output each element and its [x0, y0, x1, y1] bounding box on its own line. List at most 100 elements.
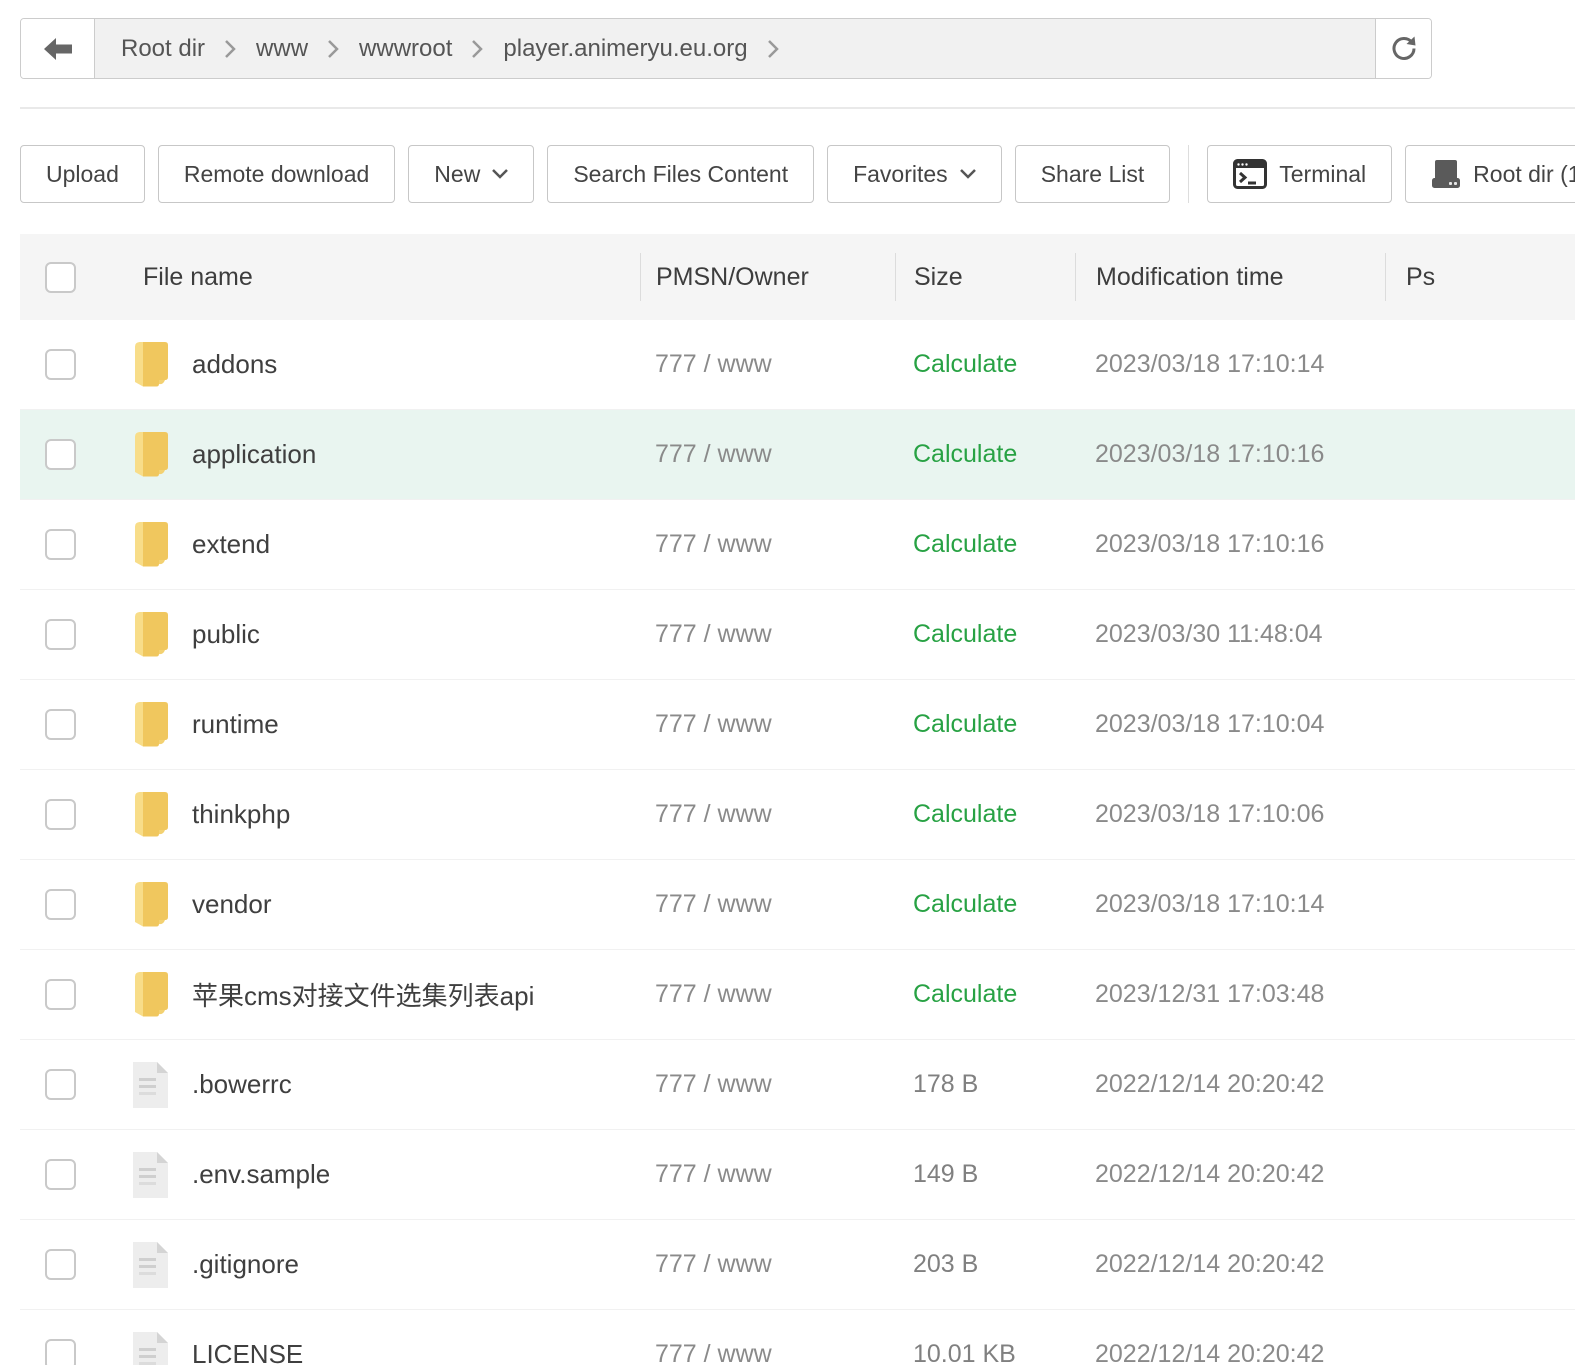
- calculate-link[interactable]: Calculate: [913, 350, 1017, 379]
- file-owner: 777 / www: [655, 350, 772, 379]
- row-checkbox[interactable]: [45, 1249, 76, 1280]
- folder-icon: [129, 791, 171, 838]
- row-checkbox[interactable]: [45, 799, 76, 830]
- favorites-button[interactable]: Favorites: [827, 145, 1002, 203]
- terminal-button[interactable]: Terminal: [1207, 145, 1392, 203]
- calculate-link[interactable]: Calculate: [913, 890, 1017, 919]
- terminal-label: Terminal: [1279, 161, 1366, 188]
- calculate-link[interactable]: Calculate: [913, 980, 1017, 1009]
- header-ps[interactable]: Ps: [1406, 263, 1435, 292]
- file-mtime: 2022/12/14 20:20:42: [1095, 1250, 1324, 1279]
- file-name[interactable]: LICENSE: [192, 1339, 303, 1365]
- table-row[interactable]: .gitignore 777 / www 203 B 2022/12/14 20…: [20, 1220, 1575, 1310]
- calculate-link[interactable]: Calculate: [913, 440, 1017, 469]
- file-name[interactable]: thinkphp: [192, 799, 290, 830]
- calculate-link[interactable]: Calculate: [913, 800, 1017, 829]
- chevron-right-icon: [328, 40, 339, 58]
- folder-icon: [129, 341, 171, 388]
- file-owner: 777 / www: [655, 1160, 772, 1189]
- row-checkbox[interactable]: [45, 349, 76, 380]
- remote-download-label: Remote download: [184, 161, 369, 188]
- refresh-button[interactable]: [1375, 19, 1431, 78]
- table-row[interactable]: 苹果cms对接文件选集列表api 777 / www Calculate 202…: [20, 950, 1575, 1040]
- header-file-name[interactable]: File name: [143, 263, 253, 292]
- row-checkbox[interactable]: [45, 1069, 76, 1100]
- select-all-checkbox[interactable]: [45, 262, 76, 293]
- row-checkbox[interactable]: [45, 439, 76, 470]
- breadcrumb-www[interactable]: www: [256, 35, 308, 63]
- refresh-icon: [1390, 35, 1418, 62]
- file-name[interactable]: public: [192, 619, 260, 650]
- table-header: File name PMSN/Owner Size Modification t…: [20, 234, 1575, 320]
- table-row[interactable]: .env.sample 777 / www 149 B 2022/12/14 2…: [20, 1130, 1575, 1220]
- terminal-icon: [1233, 159, 1267, 189]
- share-list-button[interactable]: Share List: [1015, 145, 1171, 203]
- file-size: 10.01 KB: [913, 1340, 1016, 1365]
- chevron-down-icon: [492, 169, 508, 179]
- file-mtime: 2023/03/18 17:10:16: [1095, 530, 1324, 559]
- new-button[interactable]: New: [408, 145, 534, 203]
- file-mtime: 2023/03/18 17:10:16: [1095, 440, 1324, 469]
- file-mtime: 2022/12/14 20:20:42: [1095, 1340, 1324, 1365]
- file-name[interactable]: .gitignore: [192, 1249, 299, 1280]
- file-owner: 777 / www: [655, 710, 772, 739]
- row-checkbox[interactable]: [45, 889, 76, 920]
- file-name[interactable]: addons: [192, 349, 277, 380]
- file-size: 203 B: [913, 1250, 978, 1279]
- back-button[interactable]: [21, 19, 95, 78]
- file-mtime: 2023/03/30 11:48:04: [1095, 620, 1323, 649]
- search-files-content-button[interactable]: Search Files Content: [547, 145, 814, 203]
- file-name[interactable]: .env.sample: [192, 1159, 330, 1190]
- path-bar: Root dir www wwwroot player.animeryu.eu.…: [20, 18, 1432, 79]
- file-owner: 777 / www: [655, 1070, 772, 1099]
- breadcrumb-root-dir[interactable]: Root dir: [121, 35, 205, 63]
- file-name[interactable]: 苹果cms对接文件选集列表api: [192, 976, 534, 1013]
- table-row[interactable]: .bowerrc 777 / www 178 B 2022/12/14 20:2…: [20, 1040, 1575, 1130]
- table-row[interactable]: LICENSE 777 / www 10.01 KB 2022/12/14 20…: [20, 1310, 1575, 1365]
- table-body: addons 777 / www Calculate 2023/03/18 17…: [20, 320, 1575, 1365]
- remote-download-button[interactable]: Remote download: [158, 145, 395, 203]
- row-checkbox[interactable]: [45, 709, 76, 740]
- table-row[interactable]: public 777 / www Calculate 2023/03/30 11…: [20, 590, 1575, 680]
- breadcrumb: Root dir www wwwroot player.animeryu.eu.…: [95, 19, 1375, 78]
- file-name[interactable]: runtime: [192, 709, 279, 740]
- table-row[interactable]: vendor 777 / www Calculate 2023/03/18 17…: [20, 860, 1575, 950]
- header-size[interactable]: Size: [914, 263, 963, 292]
- file-mtime: 2023/03/18 17:10:06: [1095, 800, 1324, 829]
- breadcrumb-wwwroot[interactable]: wwwroot: [359, 35, 452, 63]
- header-owner[interactable]: PMSN/Owner: [656, 263, 809, 292]
- calculate-link[interactable]: Calculate: [913, 620, 1017, 649]
- file-owner: 777 / www: [655, 1250, 772, 1279]
- table-row[interactable]: extend 777 / www Calculate 2023/03/18 17…: [20, 500, 1575, 590]
- chevron-right-icon: [225, 40, 236, 58]
- table-row[interactable]: thinkphp 777 / www Calculate 2023/03/18 …: [20, 770, 1575, 860]
- upload-label: Upload: [46, 161, 119, 188]
- header-mtime[interactable]: Modification time: [1096, 263, 1284, 292]
- root-dir-button[interactable]: Root dir (1: [1405, 145, 1575, 203]
- folder-icon: [129, 971, 171, 1018]
- file-mtime: 2023/03/18 17:10:04: [1095, 710, 1324, 739]
- table-row[interactable]: runtime 777 / www Calculate 2023/03/18 1…: [20, 680, 1575, 770]
- file-name[interactable]: vendor: [192, 889, 272, 920]
- file-mtime: 2023/03/18 17:10:14: [1095, 350, 1324, 379]
- row-checkbox[interactable]: [45, 1339, 76, 1365]
- upload-button[interactable]: Upload: [20, 145, 145, 203]
- calculate-link[interactable]: Calculate: [913, 710, 1017, 739]
- file-name[interactable]: .bowerrc: [192, 1069, 292, 1100]
- file-name[interactable]: application: [192, 439, 316, 470]
- row-checkbox[interactable]: [45, 619, 76, 650]
- root-dir-label: Root dir (1: [1473, 161, 1575, 188]
- table-row[interactable]: addons 777 / www Calculate 2023/03/18 17…: [20, 320, 1575, 410]
- row-checkbox[interactable]: [45, 979, 76, 1010]
- calculate-link[interactable]: Calculate: [913, 530, 1017, 559]
- file-name[interactable]: extend: [192, 529, 270, 560]
- folder-icon: [129, 701, 171, 748]
- file-owner: 777 / www: [655, 1340, 772, 1365]
- breadcrumb-site-dir[interactable]: player.animeryu.eu.org: [503, 35, 747, 63]
- row-checkbox[interactable]: [45, 1159, 76, 1190]
- file-toolbar: Upload Remote download New Search Files …: [20, 145, 1575, 203]
- section-divider: [20, 107, 1575, 109]
- table-row[interactable]: application 777 / www Calculate 2023/03/…: [20, 410, 1575, 500]
- folder-icon: [129, 611, 171, 658]
- row-checkbox[interactable]: [45, 529, 76, 560]
